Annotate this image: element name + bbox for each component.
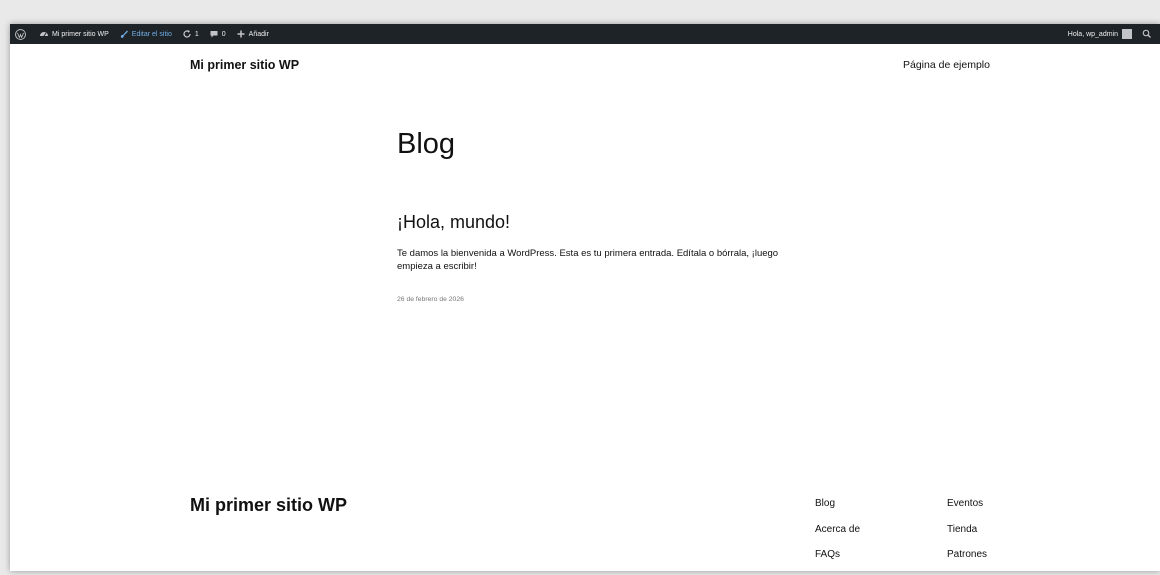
plus-icon (236, 29, 246, 39)
greeting-label: Hola, wp_admin (1067, 30, 1118, 38)
site-name-label: Mi primer sitio WP (52, 30, 109, 38)
wordpress-logo-button[interactable] (10, 24, 34, 44)
footer-site-title-link[interactable]: Mi primer sitio WP (190, 495, 347, 516)
comment-icon (209, 29, 219, 39)
browser-viewport: Mi primer sitio WP Editar el sitio 1 0 A… (10, 24, 1160, 571)
dashboard-icon (39, 29, 49, 39)
avatar (1122, 29, 1132, 39)
post-date-link[interactable]: 26 de febrero de 2026 (397, 296, 464, 303)
edit-site-button[interactable]: Editar el sitio (114, 24, 177, 44)
edit-site-label: Editar el sitio (131, 30, 172, 38)
comments-button[interactable]: 0 (204, 24, 231, 44)
footer-link-faqs[interactable]: FAQs (815, 549, 840, 560)
search-button[interactable] (1137, 24, 1160, 44)
site-name-menu[interactable]: Mi primer sitio WP (34, 24, 114, 44)
add-new-label: Añadir (248, 30, 269, 38)
admin-bar: Mi primer sitio WP Editar el sitio 1 0 A… (10, 24, 1160, 44)
updates-count: 1 (194, 30, 199, 38)
page-title: Blog (397, 128, 456, 160)
footer-link-patterns[interactable]: Patrones (947, 549, 987, 560)
account-menu[interactable]: Hola, wp_admin (1063, 24, 1137, 44)
footer-link-shop[interactable]: Tienda (947, 524, 977, 535)
comments-count: 0 (221, 30, 226, 38)
site-title-link[interactable]: Mi primer sitio WP (190, 58, 299, 72)
post-title-link[interactable]: ¡Hola, mundo! (397, 212, 510, 233)
updates-button[interactable]: 1 (177, 24, 204, 44)
search-icon (1142, 29, 1152, 39)
brush-icon (119, 29, 129, 39)
wordpress-logo-icon (15, 28, 26, 40)
updates-icon (182, 29, 192, 39)
footer-link-events[interactable]: Eventos (947, 498, 983, 509)
add-new-button[interactable]: Añadir (231, 24, 274, 44)
footer-link-about[interactable]: Acerca de (815, 524, 860, 535)
nav-item-sample-page[interactable]: Página de ejemplo (903, 59, 990, 71)
post-excerpt: Te damos la bienvenida a WordPress. Esta… (397, 248, 779, 272)
footer-link-blog[interactable]: Blog (815, 498, 835, 509)
